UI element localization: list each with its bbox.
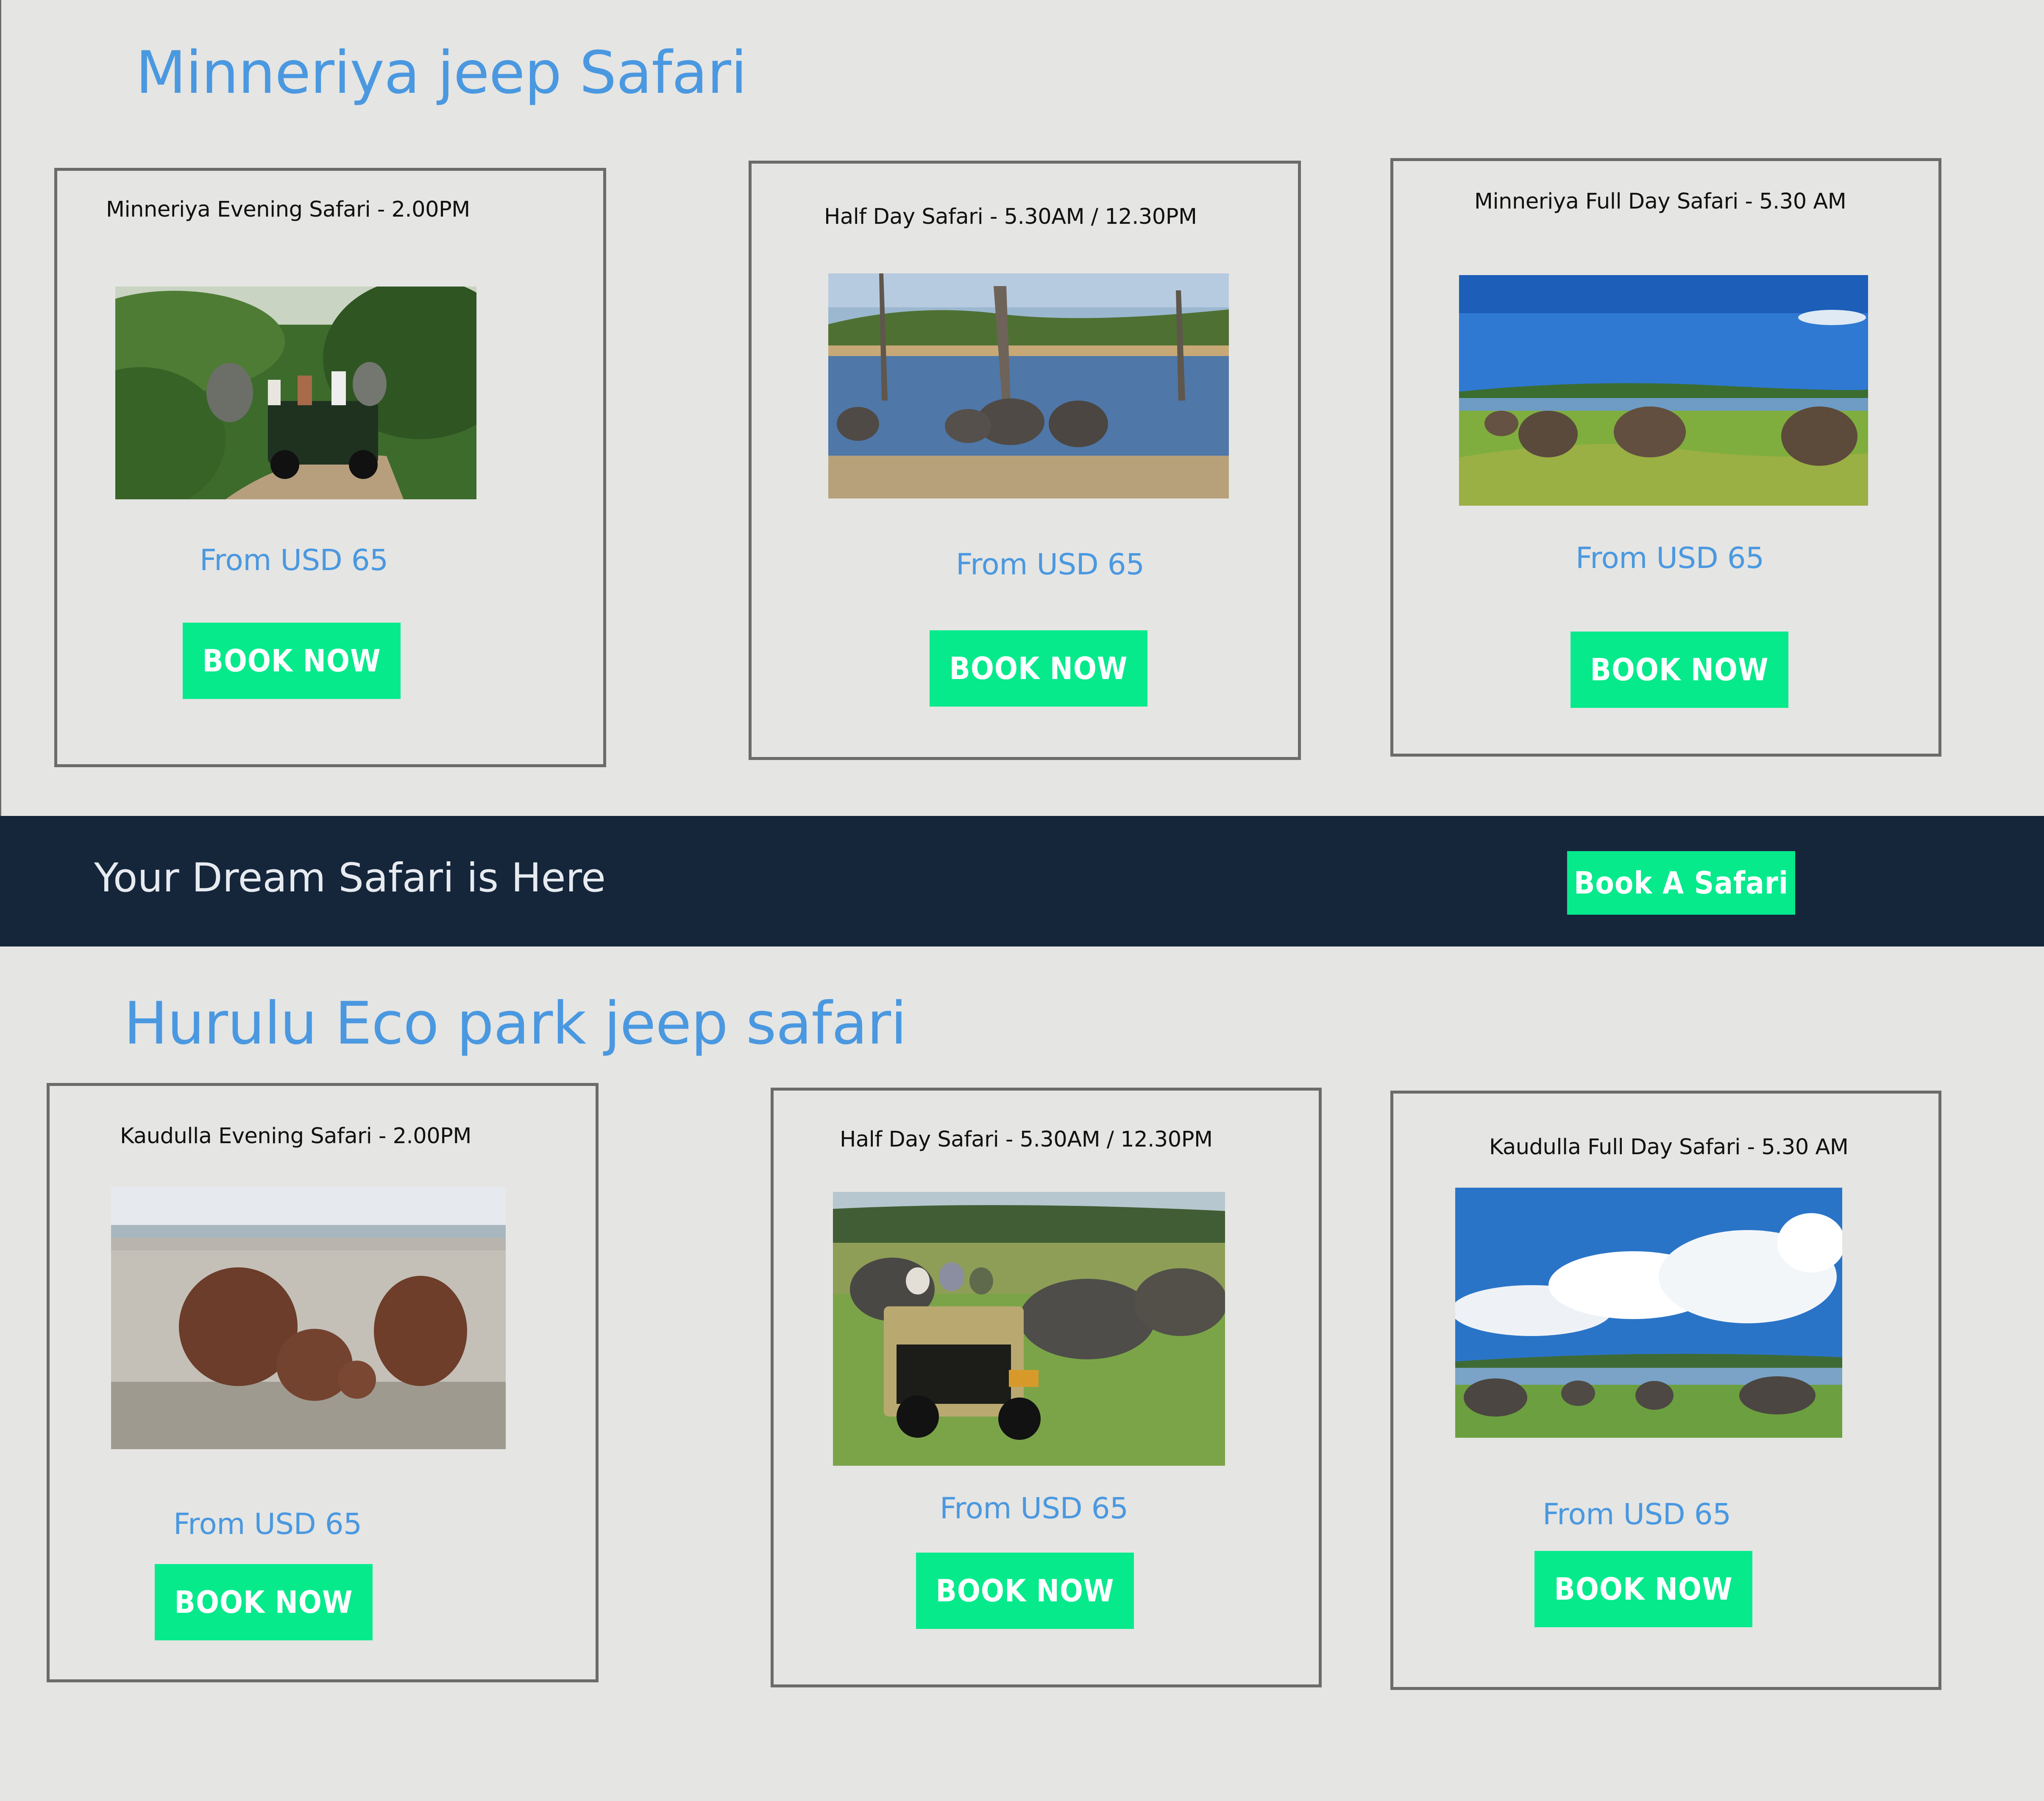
safari-card: Kaudulla Full Day Safari - 5.30 AM From … [1390, 1091, 1941, 1690]
card-title: Minneriya Full Day Safari - 5.30 AM [1474, 189, 1846, 214]
card-title: Minneriya Evening Safari - 2.00PM [106, 197, 470, 222]
price-label: From USD 65 [956, 548, 1145, 582]
safari-photo [111, 1187, 506, 1449]
safari-card: Half Day Safari - 5.30AM / 12.30PM From … [771, 1088, 1322, 1687]
safari-card: Minneriya Evening Safari - 2.00PM From U… [54, 168, 606, 767]
price-label: From USD 65 [173, 1507, 362, 1541]
safari-photo [1455, 1188, 1842, 1438]
book-now-button[interactable]: BOOK NOW [916, 1553, 1134, 1629]
section-title-minneriya: Minneriya jeep Safari [136, 39, 747, 107]
card-title: Kaudulla Full Day Safari - 5.30 AM [1489, 1135, 1849, 1160]
safari-photo [115, 287, 476, 499]
safari-photo [1459, 275, 1868, 506]
safari-photo [833, 1192, 1225, 1466]
banner-tagline: Your Dream Safari is Here [94, 855, 606, 901]
promo-banner: Your Dream Safari is Here Book A Safari [0, 816, 2044, 946]
price-label: From USD 65 [1576, 541, 1764, 575]
book-now-button[interactable]: BOOK NOW [930, 630, 1147, 707]
price-label: From USD 65 [1543, 1498, 1731, 1531]
safari-card: Kaudulla Evening Safari - 2.00PM From US… [47, 1083, 599, 1682]
card-title: Half Day Safari - 5.30AM / 12.30PM [840, 1127, 1213, 1152]
book-a-safari-button[interactable]: Book A Safari [1567, 851, 1795, 915]
book-now-button[interactable]: BOOK NOW [1534, 1551, 1752, 1627]
section-title-hurulu: Hurulu Eco park jeep safari [124, 989, 907, 1058]
card-title: Kaudulla Evening Safari - 2.00PM [120, 1124, 471, 1149]
book-now-button[interactable]: BOOK NOW [155, 1564, 373, 1640]
safari-photo [828, 273, 1229, 498]
safari-card: Half Day Safari - 5.30AM / 12.30PM From … [749, 161, 1301, 760]
price-label: From USD 65 [940, 1492, 1128, 1525]
book-now-button[interactable]: BOOK NOW [1571, 632, 1788, 708]
book-now-button[interactable]: BOOK NOW [183, 623, 401, 699]
safari-card: Minneriya Full Day Safari - 5.30 AM From… [1390, 158, 1941, 757]
card-title: Half Day Safari - 5.30AM / 12.30PM [824, 204, 1197, 229]
left-edge-line [0, 0, 1, 816]
price-label: From USD 65 [200, 543, 388, 577]
